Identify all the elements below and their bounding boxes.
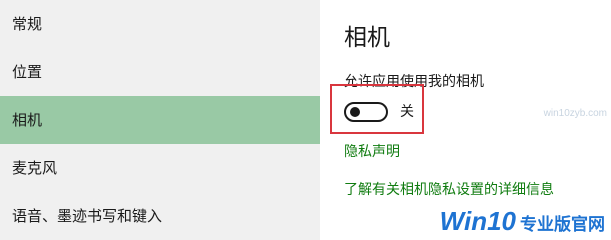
logo-primary-text: Win10 <box>439 206 516 236</box>
settings-content: 相机 允许应用使用我的相机 关 隐私声明 了解有关相机隐私设置的详细信息 win… <box>320 0 611 240</box>
privacy-statement-link[interactable]: 隐私声明 <box>344 142 400 162</box>
sidebar-item-camera[interactable]: 相机 <box>0 96 320 144</box>
settings-sidebar: 常规 位置 相机 麦克风 语音、墨迹书写和键入 <box>0 0 320 240</box>
sidebar-item-general[interactable]: 常规 <box>0 0 320 48</box>
toggle-state-label: 关 <box>400 104 414 120</box>
sidebar-item-speech-inking-typing[interactable]: 语音、墨迹书写和键入 <box>0 192 320 240</box>
watermark-text: win10zyb.com <box>543 108 607 119</box>
sidebar-item-location[interactable]: 位置 <box>0 48 320 96</box>
camera-access-toggle[interactable] <box>344 102 388 122</box>
page-title: 相机 <box>344 25 390 51</box>
site-logo: Win10 专业版官网 <box>440 206 605 236</box>
logo-secondary-text: 专业版官网 <box>520 215 605 235</box>
sidebar-item-microphone[interactable]: 麦克风 <box>0 144 320 192</box>
toggle-knob <box>350 107 360 117</box>
learn-more-link[interactable]: 了解有关相机隐私设置的详细信息 <box>344 180 554 200</box>
